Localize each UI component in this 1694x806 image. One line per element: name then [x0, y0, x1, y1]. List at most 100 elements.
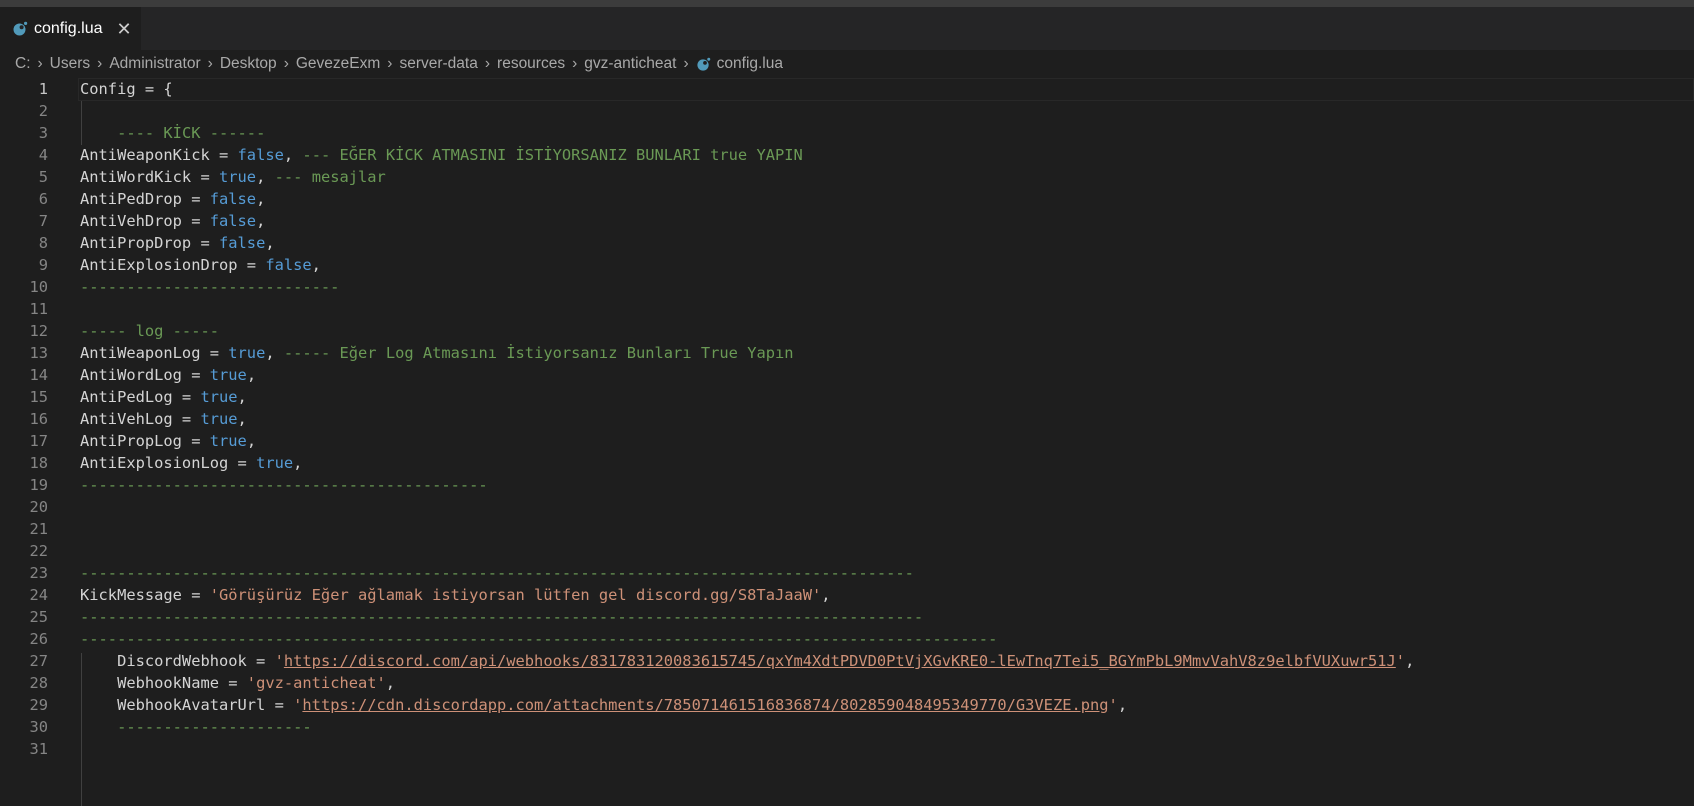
code-line[interactable]: 26 --------------------------------------…: [0, 627, 1694, 651]
code-line[interactable]: 24 KickMessage = 'Görüşürüz Eğer ağlamak …: [0, 583, 1694, 607]
code-line[interactable]: 3 ---- KİCK ------: [0, 121, 1694, 145]
code-line[interactable]: 20: [0, 495, 1694, 519]
line-number: 18: [29, 454, 48, 472]
code-line[interactable]: 9 AntiExplosionDrop = false,: [0, 253, 1694, 277]
breadcrumb-item-desktop[interactable]: Desktop: [220, 55, 277, 73]
code-line[interactable]: 8 AntiPropDrop = false,: [0, 231, 1694, 255]
code-token: ----------------------------------------…: [80, 476, 488, 494]
code-token: ,: [237, 388, 247, 406]
line-number: 11: [29, 300, 48, 318]
breadcrumb-item-administrator[interactable]: Administrator: [109, 55, 200, 73]
code-line[interactable]: 19 --------------------------------------…: [0, 473, 1694, 497]
breadcrumb-item-server-data[interactable]: server-data: [399, 55, 477, 73]
code-token: true: [219, 168, 257, 186]
code-line[interactable]: 18 AntiExplosionLog = true,: [0, 451, 1694, 475]
breadcrumb-item-users[interactable]: Users: [50, 55, 90, 73]
breadcrumb-item-file[interactable]: config.lua: [717, 55, 783, 73]
code-token: AntiVehLog =: [80, 410, 201, 428]
breadcrumb-item-gvz-anticheat[interactable]: gvz-anticheat: [584, 55, 676, 73]
code-content: ----------------------------------------…: [80, 627, 997, 651]
line-number: 4: [38, 146, 48, 164]
code-token: ,: [256, 212, 266, 230]
line-number: 25: [29, 608, 48, 626]
code-token: ----------------------------------------…: [80, 608, 924, 626]
code-line[interactable]: 11: [0, 297, 1694, 321]
line-number: 24: [29, 586, 48, 604]
code-content: AntiExplosionLog = true,: [80, 451, 302, 475]
code-content: ----------------------------------------…: [80, 473, 488, 497]
chevron-right-icon: ›: [207, 55, 213, 72]
code-line[interactable]: 28 WebhookName = 'gvz-anticheat',: [0, 671, 1694, 695]
code-token: DiscordWebhook =: [80, 652, 275, 670]
code-token: false: [209, 190, 257, 208]
code-line[interactable]: 1 Config = {: [0, 77, 1694, 101]
line-number: 28: [29, 674, 48, 692]
code-token: ,: [283, 146, 303, 164]
code-token: false: [219, 234, 266, 252]
code-line[interactable]: 10 ----------------------------: [0, 275, 1694, 299]
line-number: 15: [29, 388, 48, 406]
code-line[interactable]: 6 AntiPedDrop = false,: [0, 187, 1694, 211]
line-number: 8: [38, 234, 48, 252]
tab-config-lua[interactable]: config.lua ✕: [0, 7, 141, 50]
code-token: AntiPropLog =: [80, 432, 210, 450]
code-token: true: [209, 432, 247, 450]
code-line[interactable]: 4 AntiWeaponKick = false, --- EĞER KİCK A…: [0, 143, 1694, 167]
code-content: AntiVehLog = true,: [80, 407, 247, 431]
line-number: 30: [29, 718, 48, 736]
code-line[interactable]: 17 AntiPropLog = true,: [0, 429, 1694, 453]
code-line[interactable]: 29 WebhookAvatarUrl = 'https://cdn.disco…: [0, 693, 1694, 717]
line-number: 26: [29, 630, 48, 648]
code-content: AntiPropDrop = false,: [80, 231, 275, 255]
code-token: ,: [237, 410, 247, 428]
code-content: AntiVehDrop = false,: [80, 209, 265, 233]
code-line[interactable]: 16 AntiVehLog = true,: [0, 407, 1694, 431]
code-content: KickMessage = 'Görüşürüz Eğer ağlamak is…: [80, 583, 831, 607]
code-link[interactable]: https://discord.com/api/webhooks/8317831…: [284, 652, 1396, 670]
line-number: 12: [29, 322, 48, 340]
code-line[interactable]: 12 ----- log -----: [0, 319, 1694, 343]
line-number: 6: [38, 190, 48, 208]
code-line[interactable]: 25 --------------------------------------…: [0, 605, 1694, 629]
line-number: 31: [29, 740, 48, 758]
code-token: ,: [293, 454, 303, 472]
code-line[interactable]: 7 AntiVehDrop = false,: [0, 209, 1694, 233]
code-token: true: [209, 366, 247, 384]
code-line[interactable]: 30 ---------------------: [0, 715, 1694, 739]
code-link[interactable]: https://cdn.discordapp.com/attachments/7…: [302, 696, 1108, 714]
code-line[interactable]: 5 AntiWordKick = true, --- mesajlar: [0, 165, 1694, 189]
code-line[interactable]: 15 AntiPedLog = true,: [0, 385, 1694, 409]
code-token: ': [1395, 652, 1406, 670]
code-line[interactable]: 22: [0, 539, 1694, 563]
code-token: AntiVehDrop =: [80, 212, 210, 230]
code-line[interactable]: 2: [0, 99, 1694, 123]
code-line[interactable]: 31: [0, 737, 1694, 761]
code-token: AntiPropDrop =: [80, 234, 219, 252]
code-token: false: [237, 146, 284, 164]
code-editor[interactable]: 1 Config = {2 3 ---- KİCK ------ 4 AntiWeapo…: [0, 78, 1694, 806]
code-content: WebhookAvatarUrl = 'https://cdn.discorda…: [80, 693, 1127, 717]
code-token: true: [228, 344, 266, 362]
line-number: 17: [29, 432, 48, 450]
close-icon[interactable]: ✕: [117, 20, 132, 38]
code-content: ----------------------------------------…: [80, 561, 914, 585]
code-token: WebhookAvatarUrl =: [80, 696, 294, 714]
code-line[interactable]: 13 AntiWeaponLog = true, ----- Eğer Log A…: [0, 341, 1694, 365]
code-line[interactable]: 14 AntiWordLog = true,: [0, 363, 1694, 387]
chevron-right-icon: ›: [387, 55, 393, 72]
breadcrumb-item-resources[interactable]: resources: [497, 55, 565, 73]
code-line[interactable]: 21: [0, 517, 1694, 541]
code-line[interactable]: 23 --------------------------------------…: [0, 561, 1694, 585]
breadcrumb-item-drive[interactable]: C:: [15, 55, 31, 73]
code-token: ,: [311, 256, 321, 274]
code-token: ,: [246, 366, 257, 384]
breadcrumb-item-gevezeexm[interactable]: GevezeExm: [296, 55, 380, 73]
code-line[interactable]: 27 DiscordWebhook = 'https://discord.com…: [0, 649, 1694, 673]
tab-title: config.lua: [34, 19, 103, 37]
code-content: ----------------------------------------…: [80, 605, 923, 629]
code-content: AntiWordKick = true, --- mesajlar: [80, 165, 386, 189]
lua-file-icon: [697, 57, 710, 71]
line-number: 27: [29, 652, 48, 670]
